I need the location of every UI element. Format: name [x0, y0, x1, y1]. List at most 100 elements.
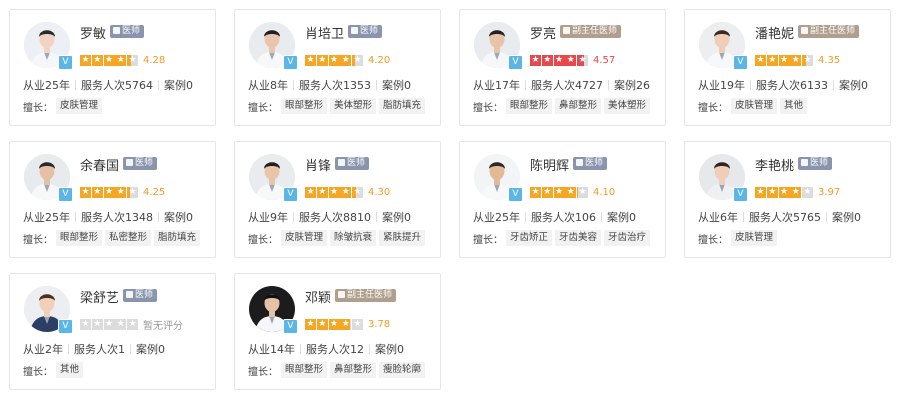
doctor-card[interactable]: V 余春国 医师 4.25 从业25年服务人次1348 案例0 擅长：眼部整形私密整形脂肪填… — [9, 141, 216, 258]
doctor-card[interactable]: V 潘艳妮 副主任医师 4.35 从业19年服务人次6133 案例0 擅长：皮肤管理其他 — [684, 9, 891, 126]
rating-score: 4.30 — [368, 187, 391, 198]
specialty-tag[interactable]: 美体塑形 — [330, 98, 377, 114]
case-count: 案例0 — [164, 79, 193, 92]
title-badge: 医师 — [573, 157, 608, 170]
rating: 4.57 — [530, 50, 615, 66]
doctor-icon — [338, 159, 345, 166]
specialty-tag[interactable]: 脂肪填充 — [154, 230, 201, 246]
service-count: 服务人次5765 — [749, 211, 821, 224]
doctor-card[interactable]: V 肖培卫 医师 4.20 从业8年服务人次1353 案例0 擅长：眼部整形美体塑形脂肪填充 — [234, 9, 441, 126]
avatar[interactable]: V — [249, 286, 298, 334]
specialties: 擅长： 其他 — [23, 362, 86, 378]
star-icon — [553, 55, 565, 66]
specialties: 擅长： 眼部整形 鼻部整形 瘦脸轮廓 — [248, 362, 428, 378]
specialty-tag[interactable]: 除皱抗衰 — [330, 230, 377, 246]
specialty-label: 擅长： — [473, 102, 503, 114]
doctor-stats: 从业19年 服务人次6133 案例0 — [698, 77, 868, 93]
doctor-card[interactable]: V 陈明辉 医师 4.10 从业25年服务人次106 案例0 擅长：牙齿矫正牙齿美容牙齿治疗 — [459, 141, 666, 258]
doctor-name[interactable]: 邓颖 — [305, 287, 331, 306]
avatar[interactable]: V — [474, 154, 523, 202]
case-count: 案例26 — [614, 79, 650, 92]
doctor-card[interactable]: V 李艳桃 医师 3.97 从业6年服务人次5765 案例0 擅长：皮肤管理 — [684, 141, 891, 258]
specialty-tag[interactable]: 鼻部整形 — [555, 98, 602, 114]
specialty-label: 擅长： — [248, 366, 278, 378]
divider — [75, 80, 76, 90]
doctor-name[interactable]: 陈明辉 — [530, 155, 569, 174]
star-icon — [577, 187, 579, 198]
star-icon — [316, 187, 328, 198]
doctor-card[interactable]: V 肖锋 医师 4.30 从业9年服务人次8810 案例0 擅长：皮肤管理除皱抗衰紧肤提升 — [234, 141, 441, 258]
stars-filled — [530, 55, 584, 66]
star-icon — [91, 319, 103, 330]
specialty-tag[interactable]: 眼部整形 — [281, 98, 328, 114]
years-of-practice: 从业2年 — [23, 343, 63, 356]
avatar[interactable]: V — [24, 22, 73, 70]
avatar[interactable]: V — [24, 286, 73, 334]
doctor-icon — [126, 159, 133, 166]
specialty-tag[interactable]: 美体塑形 — [604, 98, 651, 114]
specialties: 擅长： 皮肤管理 — [698, 230, 780, 246]
specialty-tag[interactable]: 皮肤管理 — [731, 230, 778, 246]
doctor-name[interactable]: 肖锋 — [305, 155, 331, 174]
years-of-practice: 从业25年 — [23, 79, 70, 92]
verified-icon: V — [733, 55, 748, 70]
star-icon — [328, 55, 340, 66]
doctor-name[interactable]: 罗亮 — [530, 23, 556, 42]
specialty-tag[interactable]: 牙齿矫正 — [506, 230, 553, 246]
specialty-tag[interactable]: 牙齿美容 — [555, 230, 602, 246]
rating: 4.35 — [755, 50, 840, 66]
star-icon — [352, 187, 356, 198]
specialties: 擅长： 皮肤管理 除皱抗衰 紧肤提升 — [248, 230, 428, 246]
specialty-tag[interactable]: 皮肤管理 — [281, 230, 328, 246]
specialty-tag[interactable]: 紧肤提升 — [379, 230, 426, 246]
star-icon — [778, 55, 790, 66]
doctor-card[interactable]: V 梁舒艺 医师暂无评分从业2年服务人次1 案例0 擅长：其他 — [9, 273, 216, 390]
specialty-tag[interactable]: 瘦脸轮廓 — [379, 362, 426, 378]
specialty-label: 擅长： — [473, 234, 503, 246]
avatar[interactable]: V — [699, 22, 748, 70]
specialty-tag[interactable]: 牙齿治疗 — [604, 230, 651, 246]
specialty-tag[interactable]: 私密整形 — [105, 230, 152, 246]
case-count: 案例0 — [832, 211, 861, 224]
title-text: 医师 — [585, 158, 604, 168]
star-icon — [115, 55, 127, 66]
doctor-name[interactable]: 罗敏 — [80, 23, 106, 42]
doctor-card[interactable]: V 罗敏 医师 4.28 从业25年服务人次5764 案例0 擅长：皮肤管理 — [9, 9, 216, 126]
doctor-name[interactable]: 潘艳妮 — [755, 23, 794, 42]
star-rating — [80, 319, 138, 330]
rating-score: 4.35 — [818, 55, 841, 66]
specialty-tag[interactable]: 皮肤管理 — [731, 98, 778, 114]
avatar[interactable]: V — [24, 154, 73, 202]
doctor-card[interactable]: V 邓颖 副主任医师 3.78 从业14年服务人次12 案例0 擅长：眼部整形鼻部整形瘦脸轮… — [234, 273, 441, 390]
star-icon — [80, 187, 91, 198]
doctor-name[interactable]: 肖培卫 — [305, 23, 344, 42]
doctor-name[interactable]: 余春国 — [80, 155, 119, 174]
star-icon — [103, 187, 115, 198]
specialty-label: 擅长： — [23, 234, 53, 246]
star-icon — [91, 55, 103, 66]
specialty-tag[interactable]: 眼部整形 — [506, 98, 553, 114]
specialty-tag[interactable]: 眼部整形 — [281, 362, 328, 378]
specialty-tag[interactable]: 鼻部整形 — [330, 362, 377, 378]
specialty-tag[interactable]: 皮肤管理 — [56, 98, 103, 114]
stars-empty — [80, 319, 139, 330]
case-count: 案例0 — [382, 79, 411, 92]
avatar[interactable]: V — [474, 22, 523, 70]
specialty-tag[interactable]: 其他 — [780, 98, 808, 114]
avatar[interactable]: V — [249, 22, 298, 70]
doctor-name[interactable]: 梁舒艺 — [80, 287, 119, 306]
divider — [826, 212, 827, 222]
doctor-card[interactable]: V 罗亮 副主任医师 4.57 从业17年服务人次4727 案例26 擅长：眼部整形鼻部整形… — [459, 9, 666, 126]
specialty-tag[interactable]: 其他 — [56, 362, 84, 378]
divider — [293, 212, 294, 222]
specialty-tag[interactable]: 脂肪填充 — [379, 98, 426, 114]
avatar[interactable]: V — [699, 154, 748, 202]
doctor-icon — [576, 159, 583, 166]
specialty-label: 擅长： — [698, 234, 728, 246]
doctor-name[interactable]: 李艳桃 — [755, 155, 794, 174]
avatar[interactable]: V — [249, 154, 298, 202]
specialty-label: 擅长： — [23, 366, 53, 378]
specialties: 擅长： 皮肤管理 其他 — [698, 98, 810, 114]
divider — [158, 80, 159, 90]
specialty-tag[interactable]: 眼部整形 — [56, 230, 103, 246]
